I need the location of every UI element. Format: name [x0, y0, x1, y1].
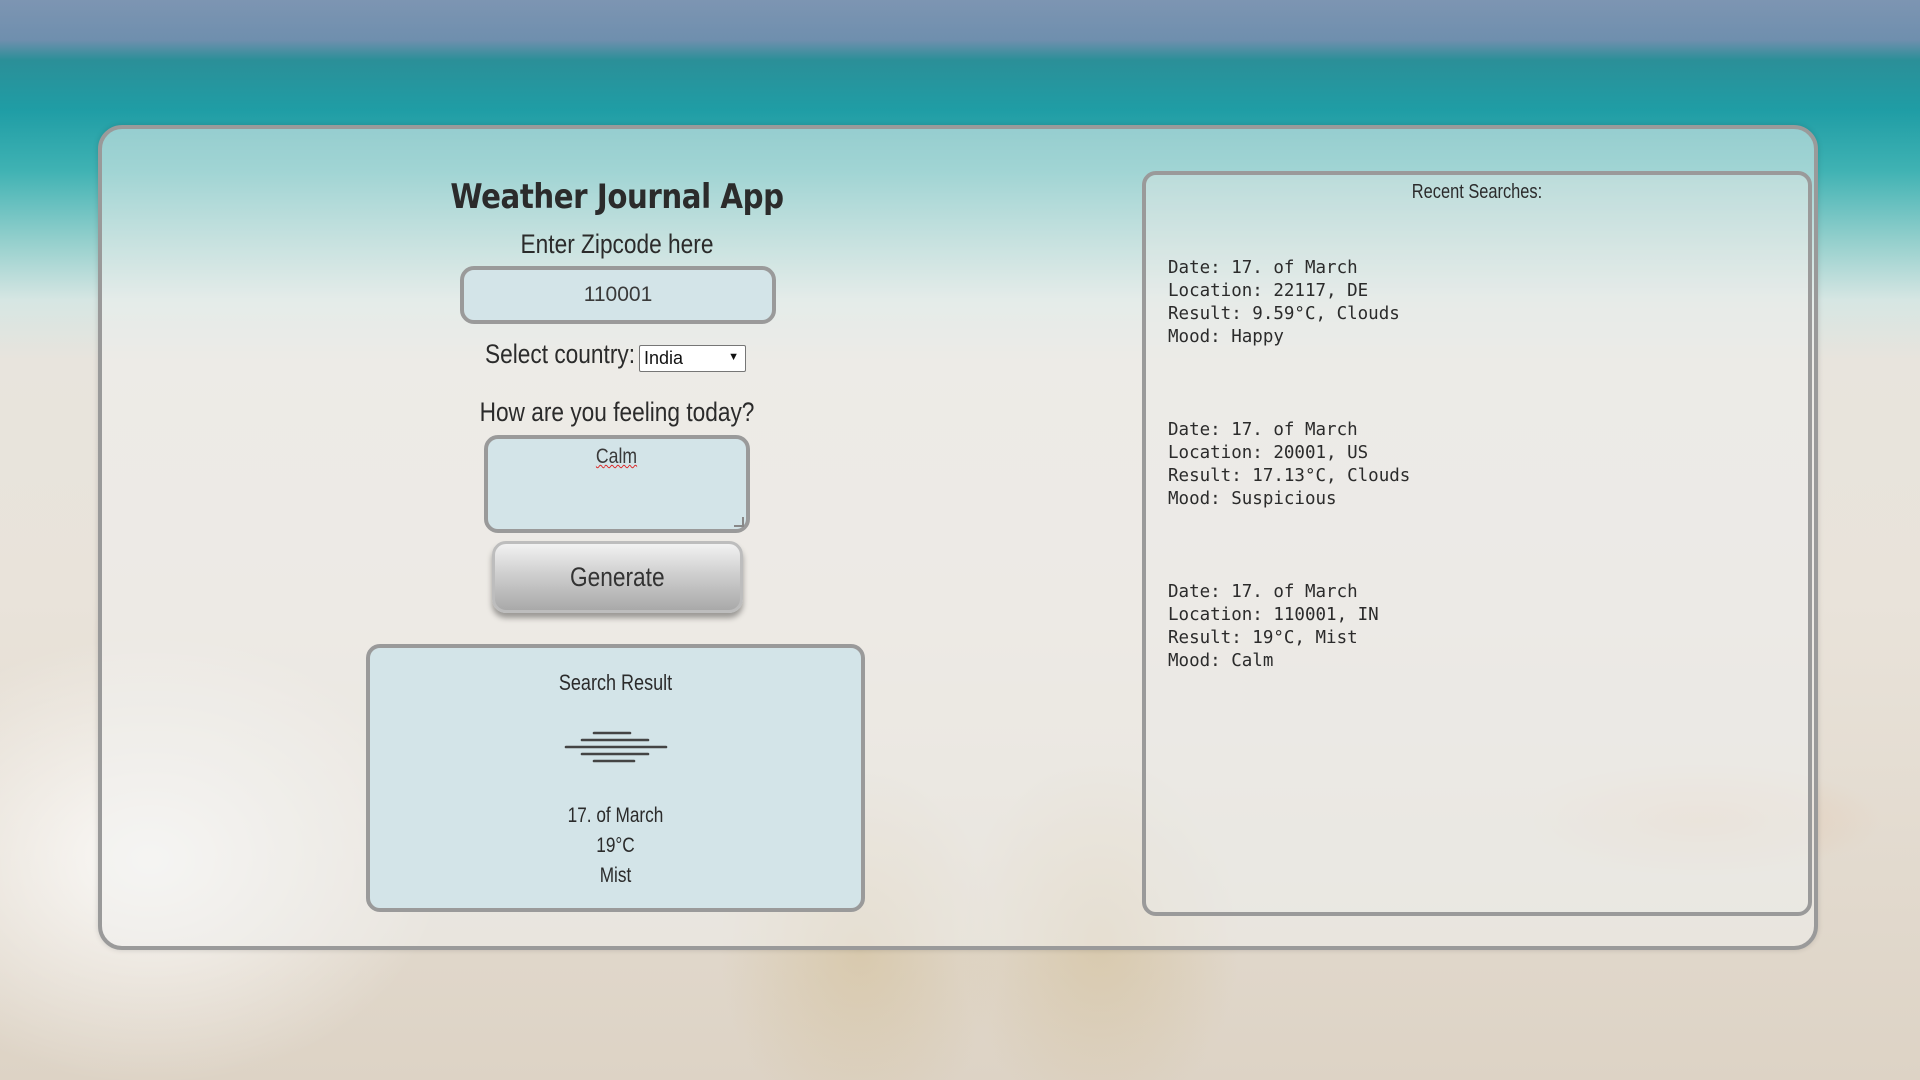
- result-description: Mist: [599, 864, 632, 887]
- country-select[interactable]: India ▼: [639, 345, 746, 372]
- journal-form-column: Weather Journal App Enter Zipcode here S…: [102, 129, 1132, 946]
- result-temperature: 19°C: [596, 834, 635, 857]
- search-result-card: Search Result 17. of March 19°C Mist: [366, 644, 865, 912]
- recent-searches-title: Recent Searches:: [1411, 181, 1543, 203]
- entry-date: Date: 17. of March: [1168, 582, 1358, 602]
- dropdown-arrow-icon: ▼: [728, 351, 739, 363]
- generate-button[interactable]: Generate: [492, 541, 743, 613]
- search-result-title: Search Result: [558, 670, 673, 695]
- resize-handle-icon[interactable]: [734, 517, 744, 527]
- recent-entry: Date: 17. of March Location: 22117, DE Res…: [1168, 257, 1400, 349]
- entry-location: Location: 110001, IN: [1168, 605, 1379, 625]
- recent-entry: Date: 17. of March Location: 110001, IN Re…: [1168, 581, 1379, 673]
- entry-mood: Mood: Calm: [1168, 651, 1274, 671]
- mood-text: Calm: [596, 445, 638, 468]
- zipcode-label: Enter Zipcode here: [520, 229, 714, 259]
- result-date: 17. of March: [567, 804, 664, 827]
- country-select-value: India: [644, 348, 684, 368]
- recent-entry: Date: 17. of March Location: 20001, US Res…: [1168, 419, 1410, 511]
- entry-result: Result: 17.13°C, Clouds: [1168, 466, 1411, 486]
- entry-date: Date: 17. of March: [1168, 420, 1358, 440]
- entry-location: Location: 20001, US: [1168, 443, 1369, 463]
- mood-textarea[interactable]: Calm: [484, 435, 750, 533]
- recent-searches-panel[interactable]: Recent Searches: Date: 17. of March Locat…: [1142, 171, 1812, 916]
- page-title: Weather Journal App: [450, 177, 784, 217]
- entry-result: Result: 19°C, Mist: [1168, 628, 1358, 648]
- entry-mood: Mood: Happy: [1168, 327, 1284, 347]
- zipcode-input[interactable]: [460, 266, 776, 324]
- mood-label: How are you feeling today?: [479, 397, 755, 427]
- entry-location: Location: 22117, DE: [1168, 281, 1369, 301]
- entry-date: Date: 17. of March: [1168, 258, 1358, 278]
- mist-icon: [564, 731, 668, 763]
- entry-mood: Mood: Suspicious: [1168, 489, 1337, 509]
- country-label: Select country:: [485, 339, 636, 369]
- generate-button-label: Generate: [570, 562, 665, 592]
- app-container: Weather Journal App Enter Zipcode here S…: [98, 125, 1818, 950]
- entry-result: Result: 9.59°C, Clouds: [1168, 304, 1400, 324]
